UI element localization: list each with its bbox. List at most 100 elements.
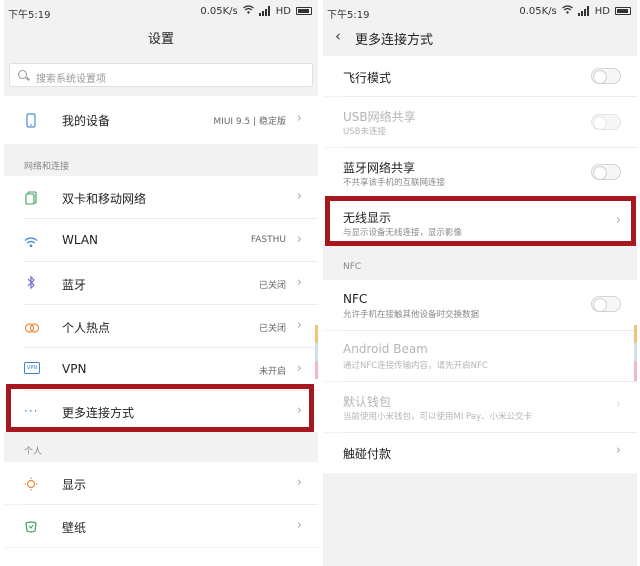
- battery-icon: [296, 7, 312, 15]
- search-input[interactable]: 搜索系统设置项: [9, 63, 313, 87]
- section-personal: 个人: [24, 447, 43, 457]
- item-subtitle: 允许手机在接触其他设备时交换数据: [343, 310, 480, 320]
- item-subtitle: 通过NFC连接传输内容，请先开启NFC: [343, 361, 488, 371]
- usb-tethering-item: USB网络共享 USB未连接: [323, 97, 637, 147]
- item-label: 双卡和移动网络: [62, 192, 147, 206]
- phone-icon: [24, 113, 38, 128]
- item-label: 壁纸: [62, 521, 87, 535]
- scroll-indicator: [315, 361, 318, 379]
- hotspot-icon: [24, 319, 40, 333]
- my-device-label: 我的设备: [62, 114, 111, 128]
- scroll-indicator: [634, 325, 637, 343]
- item-subtitle: USB未连接: [343, 127, 386, 137]
- list-item-partial: [4, 548, 318, 566]
- item-label: 更多连接方式: [62, 406, 135, 420]
- nfc-toggle[interactable]: [591, 296, 621, 312]
- item-value: 未开启: [258, 367, 286, 377]
- section-nfc: NFC: [343, 262, 362, 272]
- scroll-indicator: [634, 343, 637, 361]
- item-value: 已关闭: [258, 281, 286, 291]
- airplane-mode-item[interactable]: 飞行模式: [323, 56, 637, 96]
- sim-card-icon: [24, 190, 38, 205]
- chevron-right-icon: ›: [615, 443, 621, 458]
- wifi-icon: [24, 233, 38, 248]
- sidebar-item-bluetooth[interactable]: 蓝牙 已关闭 ›: [4, 262, 318, 304]
- chevron-right-icon: ›: [296, 189, 302, 204]
- item-title: USB网络共享: [343, 110, 416, 124]
- item-label: 显示: [62, 478, 87, 492]
- item-subtitle: 不共享该手机的互联网连接: [343, 178, 446, 188]
- airplane-mode-toggle[interactable]: [591, 68, 621, 84]
- sidebar-item-wallpaper[interactable]: 壁纸 ›: [4, 505, 318, 547]
- item-title: 飞行模式: [343, 71, 392, 85]
- vpn-icon: VPN: [24, 362, 40, 374]
- item-title: NFC: [343, 292, 368, 306]
- chevron-right-icon: ›: [296, 232, 302, 247]
- scroll-indicator: [634, 361, 637, 381]
- item-title: Android Beam: [343, 342, 428, 356]
- android-beam-item: Android Beam 通过NFC连接传输内容，请先开启NFC: [323, 331, 637, 381]
- item-label: WLAN: [62, 233, 99, 247]
- back-arrow-icon[interactable]: ‹: [335, 27, 341, 45]
- chevron-right-icon: ›: [296, 403, 302, 418]
- status-time: 下午5:19: [8, 10, 51, 21]
- search-placeholder: 搜索系统设置项: [36, 74, 106, 85]
- sidebar-item-display[interactable]: 显示 ›: [4, 462, 318, 504]
- item-subtitle: 与显示设备无线连接，显示影像: [343, 228, 463, 238]
- my-device-item[interactable]: 我的设备 MIUI 9.5 | 稳定版 ›: [4, 96, 318, 144]
- item-title: 蓝牙网络共享: [343, 161, 416, 175]
- network-list: 双卡和移动网络 › WLAN FASTHU › 蓝牙 已关闭 › 个人热点 已关…: [4, 176, 318, 432]
- signal-icon: [577, 6, 590, 16]
- network-type: HD: [275, 5, 291, 17]
- sidebar-item-dual-sim[interactable]: 双卡和移动网络 ›: [4, 176, 318, 218]
- sidebar-item-wlan[interactable]: WLAN FASTHU ›: [4, 219, 318, 261]
- item-title: 默认钱包: [343, 395, 392, 409]
- search-icon: [18, 70, 27, 79]
- tap-and-pay-item[interactable]: 触碰付款 ›: [323, 433, 637, 473]
- bluetooth-tethering-item[interactable]: 蓝牙网络共享 不共享该手机的互联网连接: [323, 148, 637, 198]
- item-label: VPN: [62, 362, 87, 376]
- chevron-right-icon: ›: [296, 518, 302, 533]
- status-bar: 下午5:19 0.05K/s HD: [323, 0, 637, 24]
- more-connections-panel: 下午5:19 0.05K/s HD ‹ 更多连接方式 飞行模式 USB网络共享 …: [323, 0, 637, 566]
- page-title: 更多连接方式: [355, 33, 434, 48]
- status-speed: 0.05K/s: [519, 5, 557, 17]
- chevron-right-icon: ›: [615, 397, 621, 412]
- item-title: 触碰付款: [343, 447, 392, 461]
- sidebar-item-vpn[interactable]: VPN VPN 未开启 ›: [4, 348, 318, 390]
- usb-tethering-toggle: [591, 114, 621, 130]
- wifi-icon: [561, 5, 573, 17]
- status-bar: 下午5:19 0.05K/s HD: [4, 0, 318, 24]
- status-time: 下午5:19: [327, 10, 370, 21]
- chevron-right-icon: ›: [615, 213, 621, 228]
- sun-icon: [24, 476, 38, 491]
- scroll-indicator: [315, 343, 318, 361]
- scroll-indicator: [315, 325, 318, 343]
- item-title: 无线显示: [343, 211, 392, 225]
- chevron-right-icon: ›: [296, 111, 302, 126]
- chevron-right-icon: ›: [296, 318, 302, 333]
- wallpaper-icon: [24, 519, 38, 533]
- status-speed: 0.05K/s: [200, 5, 238, 17]
- settings-panel: 下午5:19 0.05K/s HD 设置 搜索系统设置项 我的设备 MIUI 9…: [4, 0, 318, 566]
- wifi-icon: [242, 5, 254, 17]
- sidebar-item-hotspot[interactable]: 个人热点 已关闭 ›: [4, 305, 318, 347]
- bluetooth-icon: [24, 275, 38, 290]
- item-value: 已关闭: [258, 324, 286, 334]
- battery-icon: [615, 7, 631, 15]
- item-subtitle: 当前使用小米钱包，可以使用MI Pay、小米公交卡: [343, 412, 533, 422]
- my-device-value: MIUI 9.5 | 稳定版: [213, 117, 286, 127]
- chevron-right-icon: ›: [296, 361, 302, 376]
- nfc-item[interactable]: NFC 允许手机在接触其他设备时交换数据: [323, 280, 637, 330]
- page-title: 设置: [147, 32, 174, 47]
- item-label: 蓝牙: [62, 278, 87, 292]
- more-dots-icon: ···: [24, 404, 39, 418]
- item-label: 个人热点: [62, 321, 111, 335]
- chevron-right-icon: ›: [296, 475, 302, 490]
- bluetooth-tethering-toggle[interactable]: [591, 164, 621, 180]
- signal-icon: [258, 6, 271, 16]
- network-type: HD: [594, 5, 610, 17]
- wireless-display-item[interactable]: 无线显示 与显示设备无线连接，显示影像 ›: [323, 199, 637, 245]
- chevron-right-icon: ›: [296, 275, 302, 290]
- sidebar-item-more-connections[interactable]: ··· 更多连接方式 ›: [4, 391, 318, 432]
